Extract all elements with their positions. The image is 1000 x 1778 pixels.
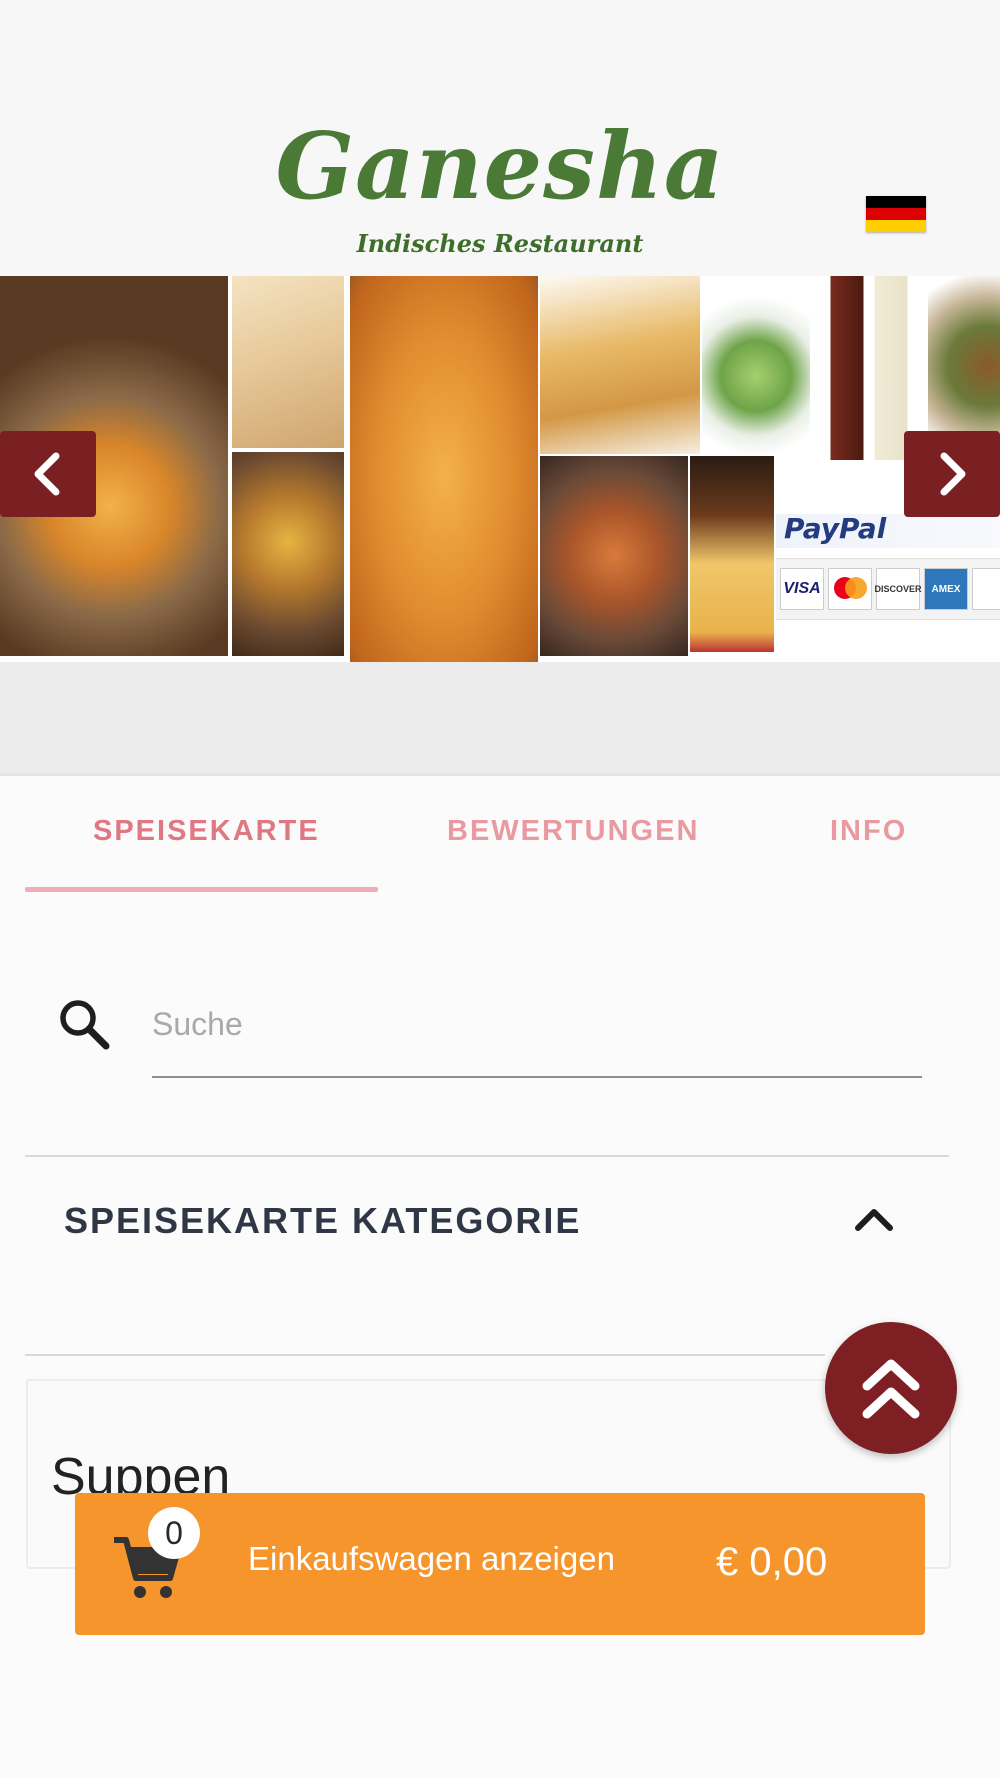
chevron-up-icon[interactable] bbox=[852, 1202, 896, 1234]
german-flag-icon[interactable] bbox=[866, 196, 926, 232]
tab-info[interactable]: INFO bbox=[830, 815, 907, 848]
fries-image bbox=[690, 456, 774, 652]
lamb-curry-image bbox=[540, 456, 688, 656]
visa-icon: VISA bbox=[780, 568, 824, 610]
category-accordion-title[interactable]: SPEISEKARTE KATEGORIE bbox=[64, 1200, 581, 1242]
paypal-label: PayPal bbox=[784, 512, 887, 545]
mastercard-icon bbox=[828, 568, 872, 610]
naan-image bbox=[232, 276, 344, 448]
cart-total: € 0,00 bbox=[716, 1540, 828, 1584]
spacer-strip bbox=[0, 662, 1000, 776]
search-field bbox=[152, 994, 922, 1078]
schnitzel-image bbox=[540, 276, 700, 454]
active-tab-indicator bbox=[25, 887, 378, 892]
carousel-prev-button[interactable] bbox=[0, 431, 96, 517]
logo-title: Ganesha bbox=[275, 112, 725, 220]
salad-image bbox=[702, 276, 810, 456]
logo-subtitle: Indisches Restaurant bbox=[356, 229, 644, 258]
fish-curry-image bbox=[350, 276, 538, 662]
search-icon bbox=[60, 1000, 110, 1050]
small-curry-image bbox=[232, 452, 344, 656]
cart-count-badge: 0 bbox=[148, 1507, 200, 1559]
amex-icon: AMEX bbox=[924, 568, 968, 610]
divider bbox=[25, 1354, 825, 1356]
chevron-right-icon bbox=[940, 452, 966, 496]
divider bbox=[25, 1155, 949, 1157]
search-input[interactable] bbox=[152, 994, 922, 1054]
image-carousel[interactable]: PayPal VISA DISCOVER AMEX bbox=[0, 276, 1000, 662]
view-cart-label: Einkaufswagen anzeigen bbox=[248, 1540, 615, 1577]
carousel-next-button[interactable] bbox=[904, 431, 1000, 517]
tab-bewertungen[interactable]: BEWERTUNGEN bbox=[447, 815, 699, 848]
scroll-to-top-button[interactable] bbox=[825, 1322, 957, 1454]
tab-speisekarte[interactable]: SPEISEKARTE bbox=[93, 815, 320, 848]
chevron-left-icon bbox=[34, 452, 60, 496]
discover-icon: DISCOVER bbox=[875, 568, 922, 610]
double-chevron-up-icon bbox=[862, 1359, 920, 1419]
